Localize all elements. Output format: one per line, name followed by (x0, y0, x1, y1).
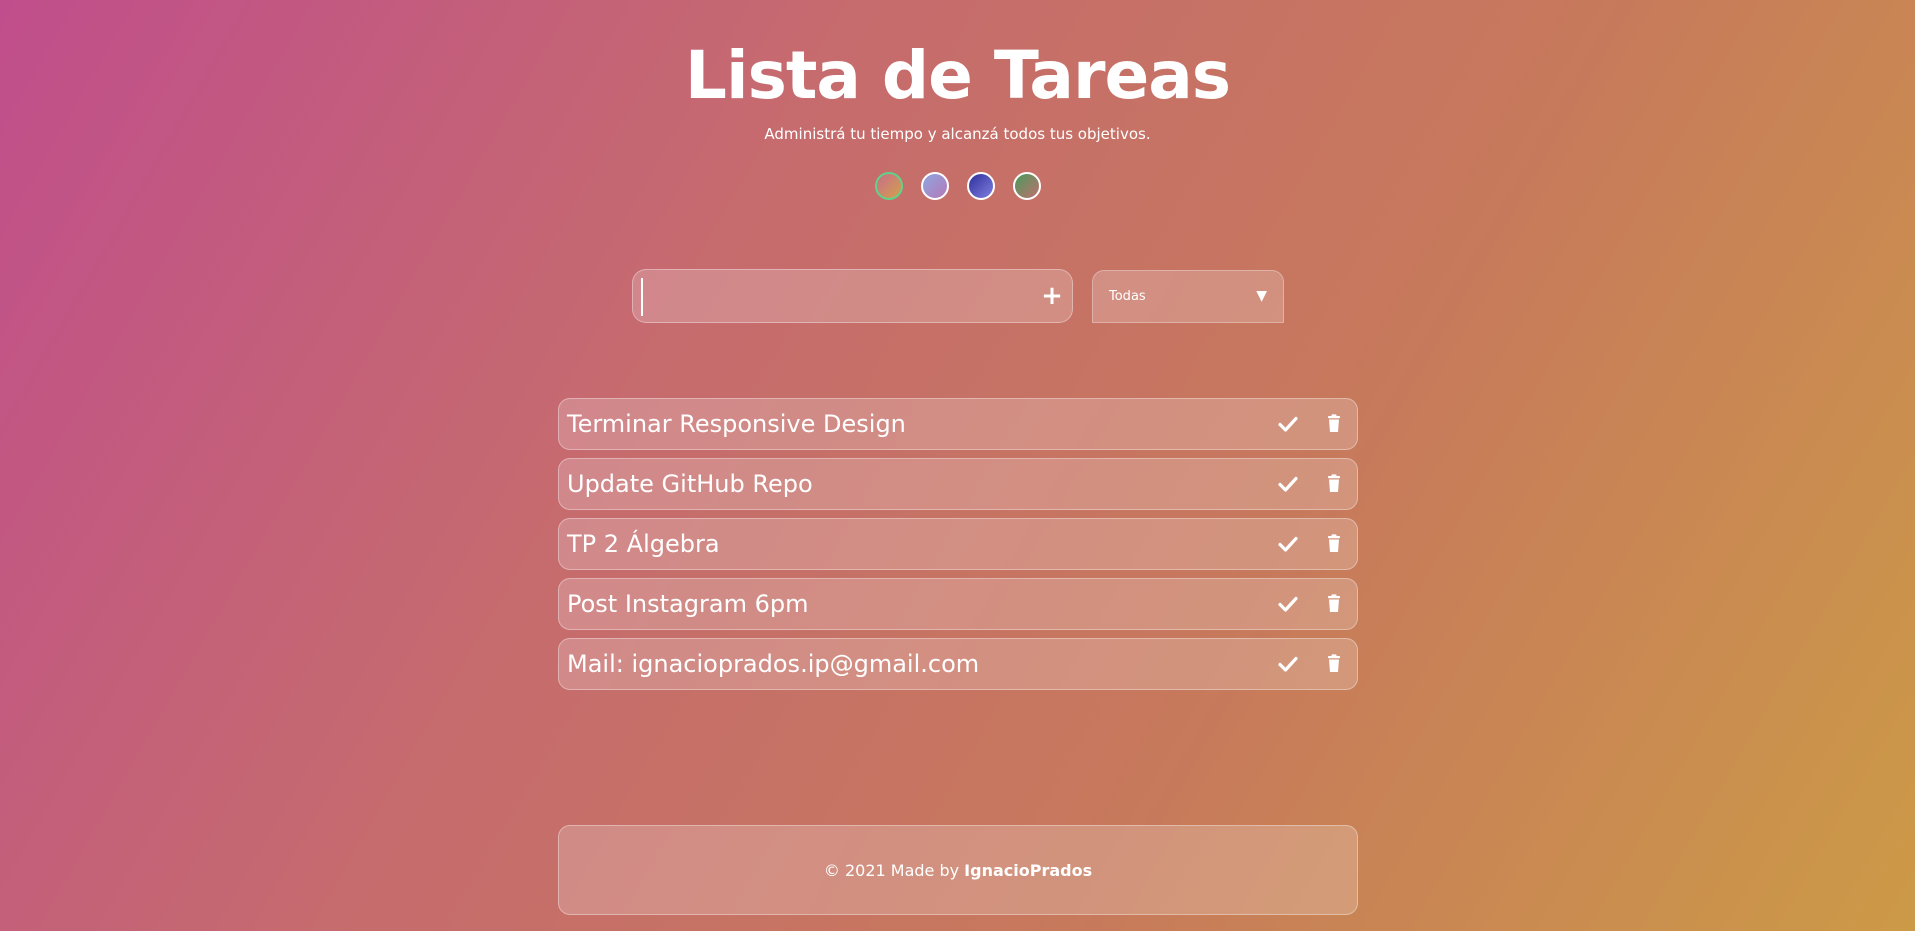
trash-icon (1321, 534, 1347, 560)
dropdown-arrow-icon: ▼ (1256, 288, 1267, 304)
footer-prefix: © 2021 Made by (823, 861, 965, 880)
delete-task-button[interactable] (1321, 591, 1347, 617)
task-input[interactable] (641, 278, 1027, 316)
todo-item: Update GitHub Repo (558, 458, 1358, 510)
check-icon (1275, 416, 1301, 440)
theme-forest-button[interactable] (1012, 172, 1041, 200)
check-icon (1275, 536, 1301, 560)
delete-task-button[interactable] (1321, 471, 1347, 497)
delete-task-button[interactable] (1321, 411, 1347, 437)
check-icon (1275, 656, 1301, 680)
footer-credit: © 2021 Made by IgnacioPrados (559, 861, 1357, 880)
todo-item: Mail: ignacioprados.ip@gmail.com (558, 638, 1358, 690)
trash-icon (1321, 474, 1347, 500)
delete-task-button[interactable] (1321, 531, 1347, 557)
complete-task-button[interactable] (1275, 651, 1301, 677)
todo-item: Terminar Responsive Design (558, 398, 1358, 450)
todo-text: Mail: ignacioprados.ip@gmail.com (567, 650, 980, 678)
trash-icon (1321, 654, 1347, 680)
delete-task-button[interactable] (1321, 651, 1347, 677)
complete-task-button[interactable] (1275, 471, 1301, 497)
page-title: Lista de Tareas (684, 37, 1231, 114)
todo-text: TP 2 Álgebra (567, 530, 720, 558)
filter-selected-label: Todas (1109, 289, 1146, 304)
trash-icon (1321, 594, 1347, 620)
filter-select[interactable]: Todas ▼ (1092, 270, 1284, 323)
complete-task-button[interactable] (1275, 411, 1301, 437)
plus-icon: + (1041, 281, 1063, 311)
todo-list: Terminar Responsive Design Update GitHub … (558, 398, 1358, 698)
check-icon (1275, 476, 1301, 500)
footer-author-link[interactable]: IgnacioPrados (964, 861, 1092, 880)
theme-selector (0, 172, 1915, 200)
add-task-button[interactable]: + (1040, 281, 1064, 311)
trash-icon (1321, 414, 1347, 440)
footer: © 2021 Made by IgnacioPrados (558, 825, 1358, 915)
check-icon (1275, 596, 1301, 620)
task-input-container: + (632, 269, 1073, 323)
page-subtitle: Administrá tu tiempo y alcanzá todos tus… (764, 125, 1151, 143)
complete-task-button[interactable] (1275, 591, 1301, 617)
todo-text: Post Instagram 6pm (567, 590, 809, 618)
complete-task-button[interactable] (1275, 531, 1301, 557)
theme-lavender-button[interactable] (920, 172, 949, 200)
theme-sunset-button[interactable] (874, 172, 903, 200)
todo-text: Terminar Responsive Design (567, 410, 906, 438)
todo-text: Update GitHub Repo (567, 470, 813, 498)
todo-item: Post Instagram 6pm (558, 578, 1358, 630)
todo-item: TP 2 Álgebra (558, 518, 1358, 570)
theme-indigo-button[interactable] (966, 172, 995, 200)
